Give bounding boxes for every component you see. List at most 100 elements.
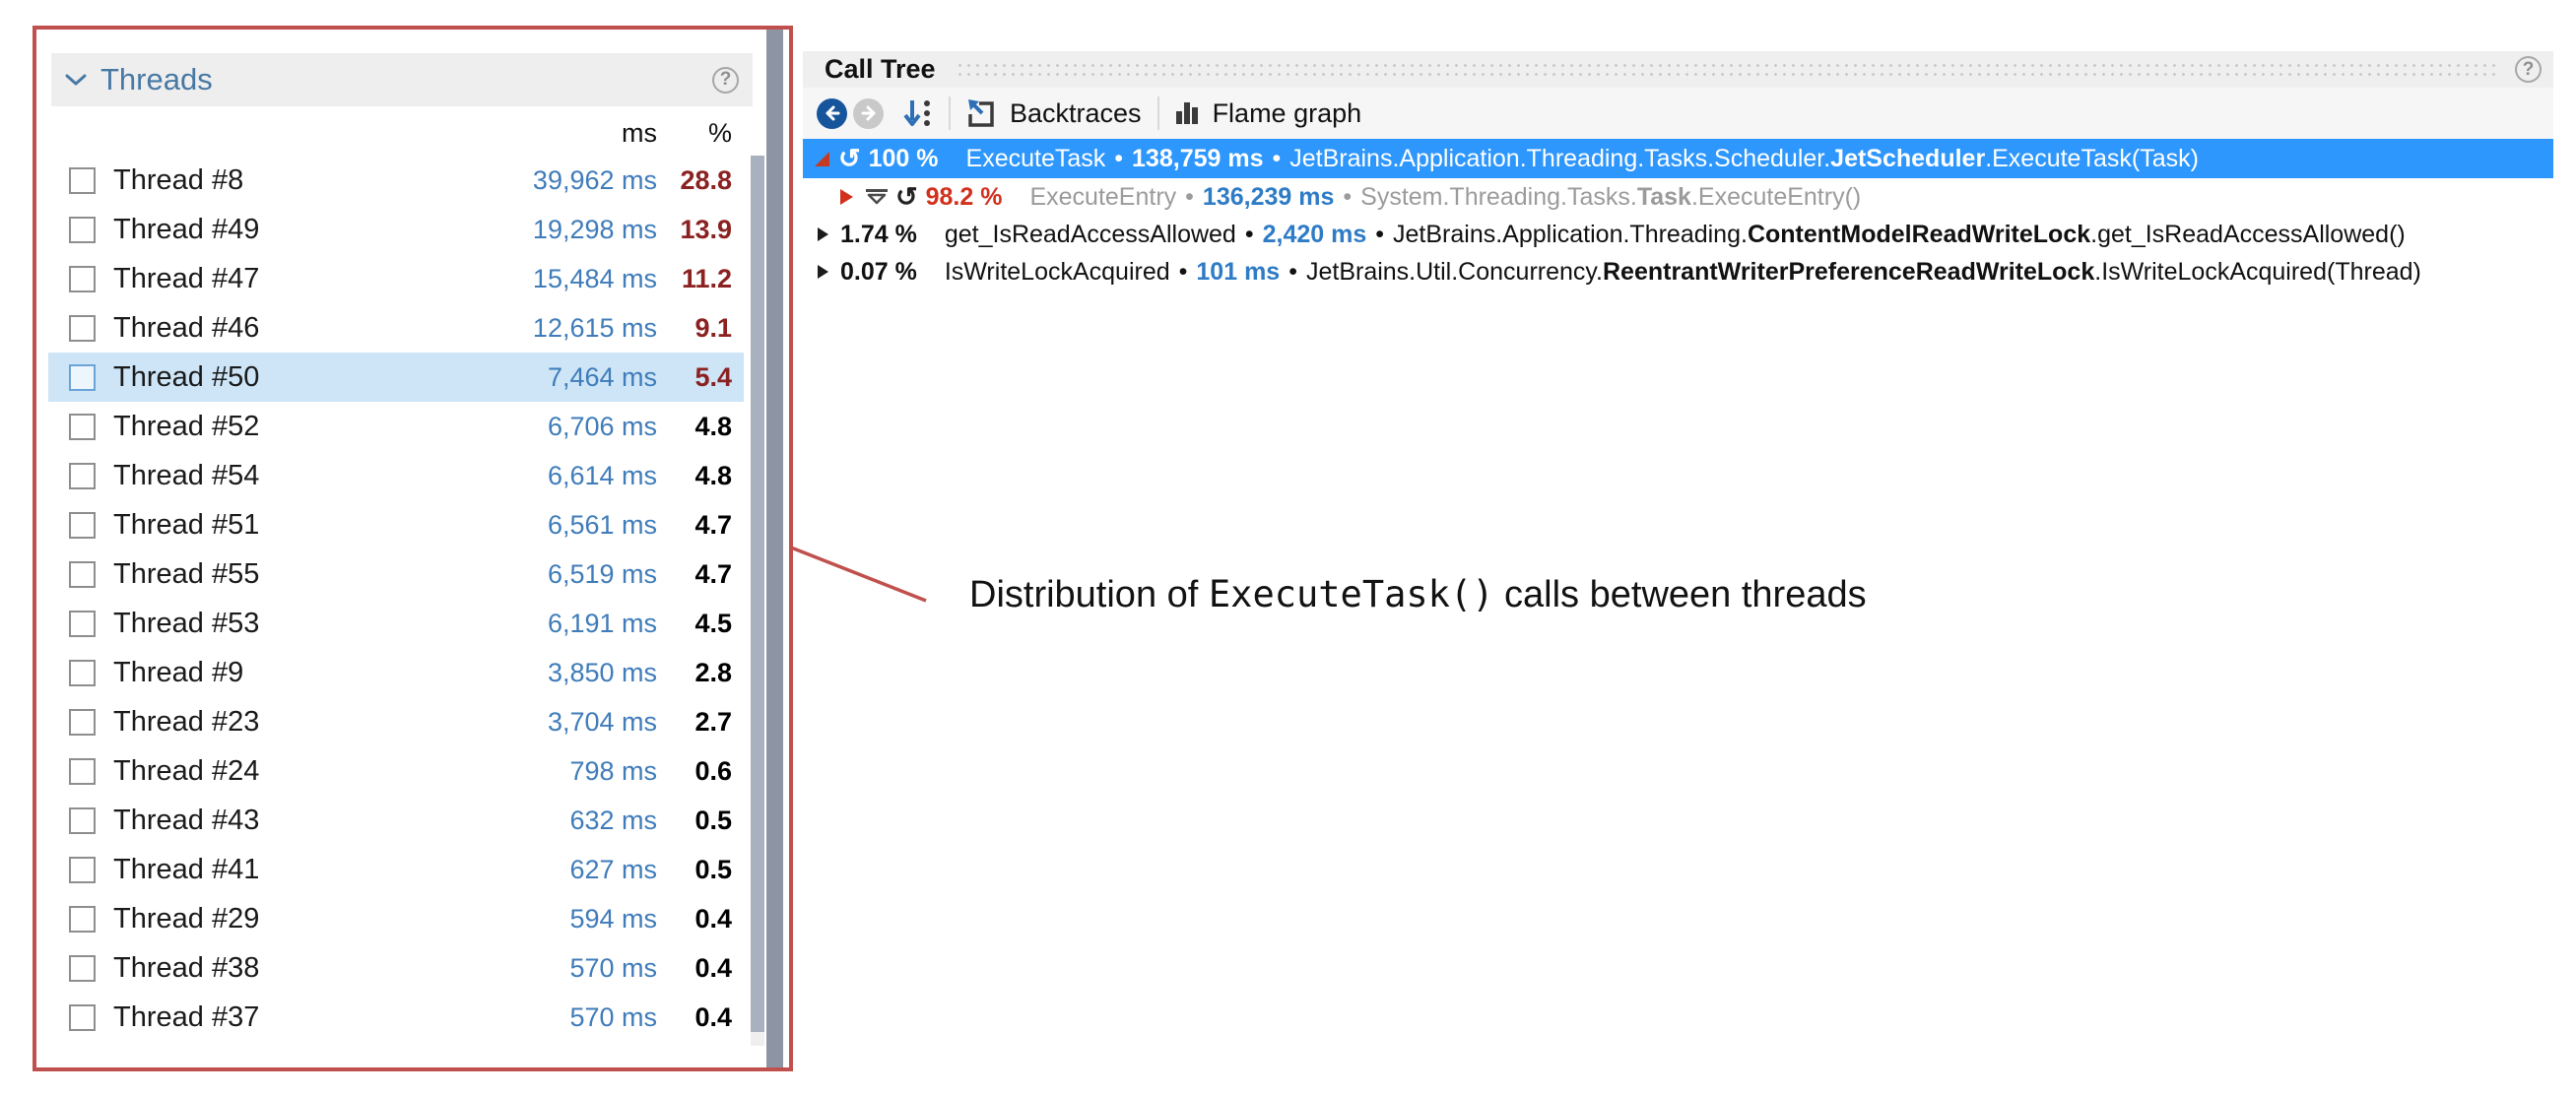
thread-row[interactable]: Thread #43 632 ms 0.5 bbox=[48, 796, 744, 845]
thread-checkbox[interactable] bbox=[69, 266, 96, 292]
thread-row[interactable]: Thread #8 39,962 ms 28.8 bbox=[48, 156, 744, 205]
thread-ms: 39,962 ms bbox=[509, 165, 657, 196]
thread-percent: 28.8 bbox=[657, 165, 732, 196]
thread-ms: 570 ms bbox=[509, 953, 657, 984]
thread-row[interactable]: Thread #38 570 ms 0.4 bbox=[48, 943, 744, 993]
thread-row[interactable]: Thread #37 570 ms 0.4 bbox=[48, 993, 744, 1042]
thread-percent: 0.4 bbox=[657, 904, 732, 935]
toolbar-separator bbox=[1157, 97, 1159, 130]
thread-checkbox[interactable] bbox=[69, 167, 96, 194]
call-tree-row[interactable]: 1.74 % get_IsReadAccessAllowed • 2,420 m… bbox=[803, 216, 2553, 253]
arrow-right-icon bbox=[859, 103, 879, 123]
thread-checkbox[interactable] bbox=[69, 512, 96, 539]
thread-row[interactable]: Thread #29 594 ms 0.4 bbox=[48, 894, 744, 943]
row-ms: 138,759 ms bbox=[1132, 145, 1263, 173]
row-percent: 0.07 % bbox=[840, 258, 917, 287]
chevron-down-icon[interactable] bbox=[65, 73, 87, 87]
thread-row[interactable]: Thread #52 6,706 ms 4.8 bbox=[48, 402, 744, 451]
help-icon[interactable]: ? bbox=[712, 67, 739, 94]
thread-checkbox[interactable] bbox=[69, 1004, 96, 1031]
forward-button[interactable] bbox=[853, 98, 884, 129]
expanded-arrow-icon[interactable] bbox=[811, 148, 832, 169]
thread-checkbox[interactable] bbox=[69, 955, 96, 982]
row-ms: 101 ms bbox=[1196, 258, 1280, 287]
thread-row[interactable]: Thread #51 6,561 ms 4.7 bbox=[48, 500, 744, 549]
panel-splitter[interactable] bbox=[766, 30, 783, 1067]
call-tree-row[interactable]: 0.07 % IsWriteLockAcquired • 101 ms • Je… bbox=[803, 253, 2553, 290]
thread-percent: 13.9 bbox=[657, 215, 732, 245]
thread-checkbox[interactable] bbox=[69, 561, 96, 588]
thread-row[interactable]: Thread #46 12,615 ms 9.1 bbox=[48, 303, 744, 353]
recursion-icon: ↺ bbox=[895, 182, 918, 213]
threads-panel-header[interactable]: Threads ? bbox=[51, 53, 753, 106]
row-class: JetScheduler bbox=[1830, 145, 1985, 173]
thread-checkbox[interactable] bbox=[69, 660, 96, 686]
thread-checkbox[interactable] bbox=[69, 463, 96, 489]
row-class: ReentrantWriterPreferenceReadWriteLock bbox=[1603, 258, 2094, 287]
thread-ms: 19,298 ms bbox=[509, 215, 657, 245]
help-icon[interactable]: ? bbox=[2515, 56, 2542, 83]
thread-checkbox[interactable] bbox=[69, 414, 96, 440]
thread-name: Thread #38 bbox=[97, 952, 509, 985]
thread-name: Thread #24 bbox=[97, 755, 509, 788]
back-button[interactable] bbox=[817, 98, 847, 129]
thread-row[interactable]: Thread #9 3,850 ms 2.8 bbox=[48, 648, 744, 697]
thread-percent: 9.1 bbox=[657, 313, 732, 344]
thread-checkbox[interactable] bbox=[69, 611, 96, 637]
thread-name: Thread #54 bbox=[97, 460, 509, 492]
row-namespace: JetBrains.Application.Threading. bbox=[1393, 221, 1748, 249]
thread-row[interactable]: Thread #24 798 ms 0.6 bbox=[48, 746, 744, 796]
thread-percent: 0.6 bbox=[657, 756, 732, 787]
thread-row[interactable]: Thread #41 627 ms 0.5 bbox=[48, 845, 744, 894]
call-tree-row[interactable]: ↺ 98.2 % ExecuteEntry • 136,239 ms • Sys… bbox=[803, 178, 2553, 216]
thread-percent: 2.7 bbox=[657, 707, 732, 738]
collapsed-arrow-icon[interactable] bbox=[836, 186, 856, 208]
annotation-red-box: Threads ? ms % Thread #8 39,962 ms 28.8 … bbox=[33, 26, 793, 1071]
thread-checkbox[interactable] bbox=[69, 315, 96, 342]
drag-grip[interactable] bbox=[956, 61, 2495, 79]
thread-checkbox[interactable] bbox=[69, 709, 96, 736]
thread-row[interactable]: Thread #23 3,704 ms 2.7 bbox=[48, 697, 744, 746]
threads-column-headers: ms % bbox=[48, 112, 744, 154]
row-method: ExecuteEntry bbox=[1029, 183, 1176, 212]
threads-scrollbar-thumb[interactable] bbox=[751, 156, 764, 1032]
row-signature: .get_IsReadAccessAllowed() bbox=[2090, 221, 2406, 249]
bullet-separator: • bbox=[1375, 221, 1384, 249]
collapsed-arrow-icon[interactable] bbox=[813, 261, 832, 283]
annotation-code: ExecuteTask() bbox=[1209, 573, 1494, 615]
sort-order-icon[interactable] bbox=[901, 97, 933, 130]
thread-row-selected[interactable]: Thread #50 7,464 ms 5.4 bbox=[48, 353, 744, 402]
backtraces-button[interactable]: Backtraces bbox=[966, 97, 1142, 129]
thread-row[interactable]: Thread #49 19,298 ms 13.9 bbox=[48, 205, 744, 254]
row-namespace: JetBrains.Application.Threading.Tasks.Sc… bbox=[1289, 145, 1830, 173]
call-tree-header[interactable]: Call Tree ? bbox=[803, 51, 2553, 88]
thread-name: Thread #46 bbox=[97, 312, 509, 345]
thread-name: Thread #50 bbox=[97, 361, 509, 394]
call-tree-panel: Call Tree ? bbox=[803, 51, 2553, 290]
thread-checkbox[interactable] bbox=[69, 906, 96, 933]
row-namespace: System.Threading.Tasks. bbox=[1360, 183, 1637, 212]
column-header-ms[interactable]: ms bbox=[509, 118, 657, 149]
threads-panel-title: Threads bbox=[100, 62, 213, 97]
thread-checkbox[interactable] bbox=[69, 217, 96, 243]
row-ms: 136,239 ms bbox=[1203, 183, 1334, 212]
thread-name: Thread #43 bbox=[97, 805, 509, 837]
profiler-screenshot: { "colors": { "annotation_red": "#c0504d… bbox=[0, 0, 2576, 1096]
thread-percent: 2.8 bbox=[657, 658, 732, 688]
call-tree-row-selected[interactable]: ↺ 100 % ExecuteTask • 138,759 ms • JetBr… bbox=[803, 139, 2553, 178]
row-signature: .IsWriteLockAcquired(Thread) bbox=[2094, 258, 2421, 287]
threads-scrollbar-track[interactable] bbox=[751, 156, 764, 1046]
thread-ms: 627 ms bbox=[509, 855, 657, 885]
thread-checkbox[interactable] bbox=[69, 857, 96, 883]
thread-checkbox[interactable] bbox=[69, 364, 96, 391]
column-header-percent[interactable]: % bbox=[657, 118, 732, 149]
bullet-separator: • bbox=[1245, 221, 1254, 249]
thread-checkbox[interactable] bbox=[69, 807, 96, 834]
thread-row[interactable]: Thread #53 6,191 ms 4.5 bbox=[48, 599, 744, 648]
collapsed-arrow-icon[interactable] bbox=[813, 224, 832, 245]
thread-row[interactable]: Thread #54 6,614 ms 4.8 bbox=[48, 451, 744, 500]
thread-checkbox[interactable] bbox=[69, 758, 96, 785]
flame-graph-button[interactable]: Flame graph bbox=[1175, 98, 1362, 129]
thread-row[interactable]: Thread #47 15,484 ms 11.2 bbox=[48, 254, 744, 303]
thread-row[interactable]: Thread #55 6,519 ms 4.7 bbox=[48, 549, 744, 599]
